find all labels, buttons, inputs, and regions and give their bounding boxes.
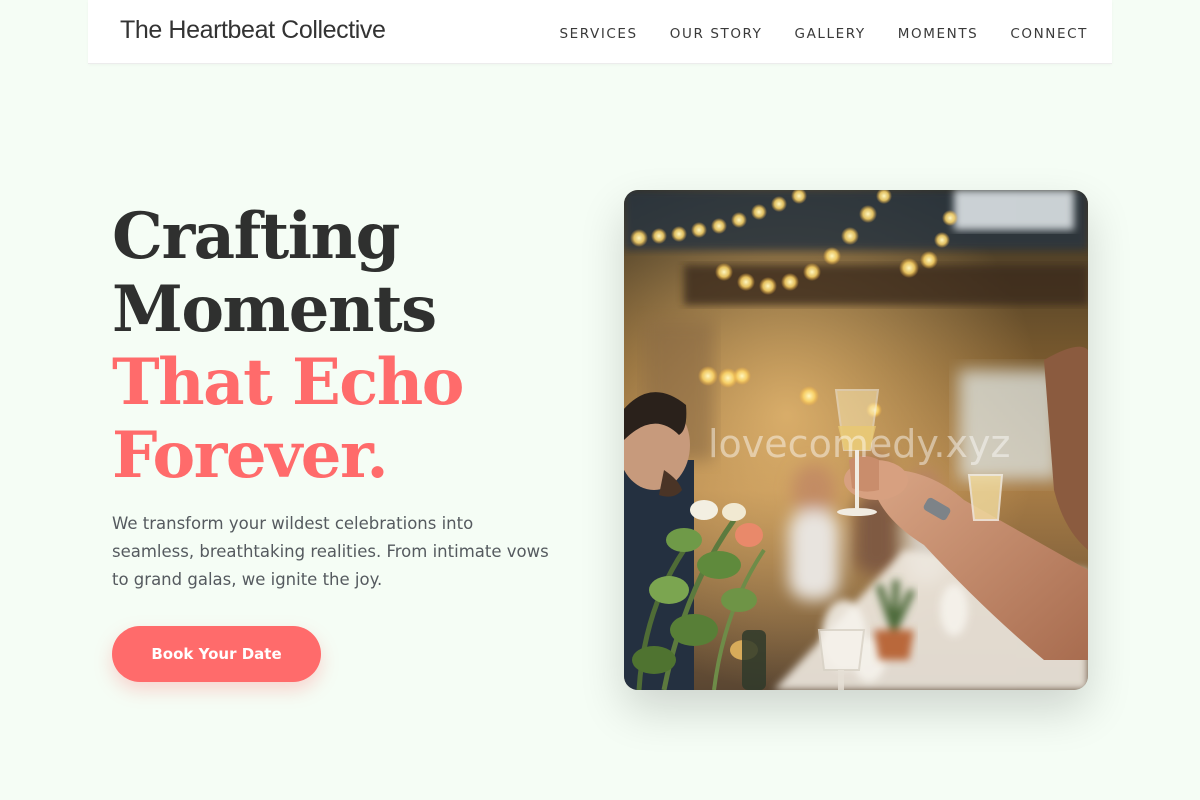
photo-watermark: lovecomedy.xyz (708, 422, 1010, 466)
hero-celebration-photo: lovecomedy.xyz (624, 190, 1088, 690)
hero-heading: Crafting Moments That Echo Forever. (112, 199, 464, 493)
nav-item-services: SERVICES (559, 23, 637, 42)
nav-item-connect: CONNECT (1010, 23, 1088, 42)
hero-heading-line-3: That Echo (112, 345, 464, 420)
nav-link-moments[interactable]: MOMENTS (898, 26, 979, 42)
hero-heading-line-2: Moments (112, 272, 437, 347)
nav-item-gallery: GALLERY (795, 23, 866, 42)
nav-item-our-story: OUR STORY (670, 23, 763, 42)
celebration-illustration: lovecomedy.xyz (624, 190, 1088, 690)
hero-heading-line-4: Forever. (112, 418, 389, 493)
nav-link-our-story[interactable]: OUR STORY (670, 26, 763, 42)
nav-link-gallery[interactable]: GALLERY (795, 26, 866, 42)
site-header: The Heartbeat Collective SERVICES OUR ST… (88, 0, 1112, 64)
nav-link-connect[interactable]: CONNECT (1010, 26, 1088, 42)
brand-logo-text[interactable]: The Heartbeat Collective (120, 16, 386, 45)
hero-subtitle: We transform your wildest celebrations i… (112, 514, 549, 589)
nav-link-services[interactable]: SERVICES (559, 26, 637, 42)
main-nav: SERVICES OUR STORY GALLERY MOMENTS CONNE… (559, 0, 1088, 64)
hero-heading-line-1: Crafting (112, 199, 400, 274)
nav-item-moments: MOMENTS (898, 23, 979, 42)
book-your-date-button[interactable]: Book Your Date (112, 626, 321, 682)
